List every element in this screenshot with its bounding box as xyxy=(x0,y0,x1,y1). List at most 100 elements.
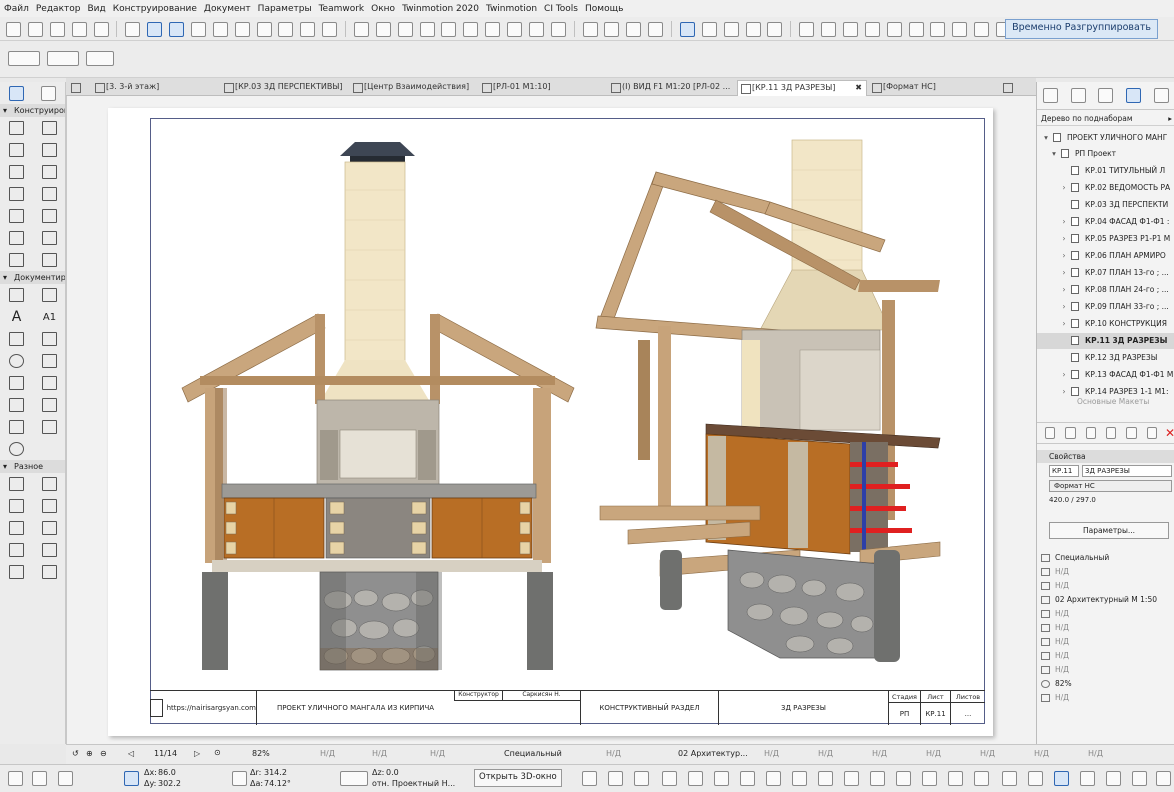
tree-item[interactable]: › КР.05 РАЗРЕЗ Р1-Р1 М xyxy=(1037,231,1174,247)
open-3d-button[interactable]: Открыть 3D-окно xyxy=(474,769,562,787)
publisher-icon[interactable] xyxy=(1153,88,1169,103)
fillet-icon[interactable] xyxy=(528,21,544,37)
tree-item[interactable]: › КР.13 ФАСАД Ф1-Ф1 М xyxy=(1037,367,1174,383)
prop-na[interactable]: Н/Д xyxy=(1037,579,1174,593)
undo-icon[interactable] xyxy=(6,21,21,37)
morph-tool[interactable] xyxy=(33,227,66,249)
tab-bar-menu[interactable] xyxy=(68,80,90,96)
temporary-ungroup-button[interactable]: Временно Разгруппировать xyxy=(1005,19,1158,39)
house-3d-icon[interactable] xyxy=(1028,771,1043,786)
menu-document[interactable]: Документ xyxy=(204,4,251,14)
menu-edit[interactable]: Редактор xyxy=(36,4,81,14)
shell-tool[interactable] xyxy=(33,183,66,205)
object-tool[interactable] xyxy=(0,249,33,271)
tree-item-partial[interactable]: Основные Макеты xyxy=(1037,398,1174,406)
prev-page-icon[interactable]: ◁ xyxy=(128,749,134,758)
prop-na[interactable]: Н/Д xyxy=(1037,607,1174,621)
prop-na[interactable]: Н/Д xyxy=(1037,565,1174,579)
menu-twinmotion[interactable]: Twinmotion xyxy=(486,4,537,14)
lamp-tool[interactable] xyxy=(33,539,66,561)
undo-zoom-icon[interactable]: ↺ xyxy=(72,749,79,758)
surface-icon[interactable] xyxy=(767,21,783,37)
mirror-icon[interactable] xyxy=(397,21,413,37)
worksheet-view-icon[interactable] xyxy=(740,771,755,786)
dr-value[interactable]: 314.2 xyxy=(264,768,287,777)
text-tool[interactable]: A xyxy=(0,306,33,328)
slab-tool[interactable] xyxy=(0,161,33,183)
house-icon[interactable] xyxy=(948,771,963,786)
properties-header[interactable]: Свойства xyxy=(1037,450,1174,463)
offset-icon[interactable] xyxy=(441,21,457,37)
pen-icon[interactable] xyxy=(626,21,642,37)
syringe-icon[interactable] xyxy=(71,21,87,37)
section-tool[interactable] xyxy=(0,394,33,416)
tree-subset[interactable]: ▾ РП Проект xyxy=(1037,146,1174,162)
dimension-tool[interactable] xyxy=(0,284,33,306)
select-box-icon[interactable] xyxy=(679,21,695,37)
eyedropper-icon[interactable] xyxy=(49,21,65,37)
render-icon[interactable] xyxy=(896,771,911,786)
schedule-icon[interactable] xyxy=(792,771,807,786)
column-tool[interactable] xyxy=(0,139,33,161)
layer-combo-value[interactable]: Специальный xyxy=(504,749,562,758)
image-tool[interactable] xyxy=(0,416,33,438)
mesh-tool[interactable] xyxy=(33,205,66,227)
tab-perspectives[interactable]: [КР.03 3Д ПЕРСПЕКТИВЫ] xyxy=(221,80,349,96)
tree-item[interactable]: КР.01 ТИТУЛЬНЫЙ Л xyxy=(1037,163,1174,179)
refresh-icon[interactable] xyxy=(1146,427,1157,439)
mesh-icon[interactable] xyxy=(799,21,815,37)
ellipse-icon[interactable] xyxy=(952,21,968,37)
magnet-icon[interactable] xyxy=(604,21,620,37)
prop-na[interactable]: Н/Д xyxy=(1037,649,1174,663)
view-map-icon[interactable] xyxy=(1098,88,1114,103)
dx-value[interactable]: 86.0 xyxy=(158,768,176,777)
menu-window[interactable]: Окно xyxy=(371,4,395,14)
fill-tool[interactable] xyxy=(0,328,33,350)
new-master-icon[interactable] xyxy=(1085,427,1096,439)
window-tool[interactable] xyxy=(33,473,66,495)
rotate-icon[interactable] xyxy=(419,21,435,37)
origin-icon[interactable] xyxy=(58,771,73,786)
dz-value[interactable]: 0.0 xyxy=(386,768,399,777)
tree-mode-select[interactable]: Дерево по поднаборам ▸ xyxy=(1037,112,1174,126)
prop-pen-set[interactable]: 02 Архитектурный М 1:50 xyxy=(1037,593,1174,607)
tab-close-icon[interactable]: ✖ xyxy=(855,81,862,95)
crosshair-icon[interactable] xyxy=(190,21,206,37)
align-icon[interactable] xyxy=(353,21,369,37)
tree-item[interactable]: › КР.10 КОНСТРУКЦИЯ xyxy=(1037,316,1174,332)
label-tool[interactable]: A1 xyxy=(33,306,66,328)
zone-tool[interactable] xyxy=(33,249,66,271)
snap-guide-icon[interactable] xyxy=(125,21,141,37)
extrude-icon[interactable] xyxy=(930,21,946,37)
pen-set-value[interactable]: 02 Архитектур... xyxy=(678,749,748,758)
prop-na[interactable]: Н/Д xyxy=(1037,691,1174,705)
prop-na[interactable]: Н/Д xyxy=(1037,621,1174,635)
polar-icon[interactable] xyxy=(232,771,247,786)
line-type-icon[interactable] xyxy=(340,771,368,786)
menu-ci-tools[interactable]: CI Tools xyxy=(544,4,578,14)
cube-icon[interactable] xyxy=(842,21,858,37)
magic-wand-icon[interactable] xyxy=(93,21,109,37)
hotspot-tool[interactable] xyxy=(0,473,33,495)
paint-icon[interactable] xyxy=(723,21,739,37)
stair-view-icon[interactable] xyxy=(974,771,989,786)
building-icon[interactable] xyxy=(974,21,990,37)
ungroup-icon[interactable] xyxy=(300,21,316,37)
tree-item-selected[interactable]: КР.11 3Д РАЗРЕЗЫ xyxy=(1037,333,1174,349)
spline-tool[interactable] xyxy=(33,372,66,394)
line-tool[interactable] xyxy=(33,328,66,350)
tab-navigator[interactable] xyxy=(1000,80,1034,96)
delta-icon[interactable] xyxy=(124,771,139,786)
tree-item[interactable]: › КР.02 ВЕДОМОСТЬ РА xyxy=(1037,180,1174,196)
circle-tool[interactable] xyxy=(0,350,33,372)
change-tool[interactable] xyxy=(33,561,66,583)
layout-view-icon[interactable] xyxy=(844,771,859,786)
section-documentation[interactable]: Документиро xyxy=(0,271,65,284)
house-active-icon[interactable] xyxy=(1054,771,1069,786)
palette-icon[interactable] xyxy=(745,21,761,37)
menu-teamwork[interactable]: Teamwork xyxy=(319,4,365,14)
arc-tool[interactable] xyxy=(0,517,33,539)
grid-tool[interactable] xyxy=(0,495,33,517)
layout-settings-icon[interactable] xyxy=(1126,427,1137,439)
da-value[interactable]: 74.12° xyxy=(264,779,291,788)
